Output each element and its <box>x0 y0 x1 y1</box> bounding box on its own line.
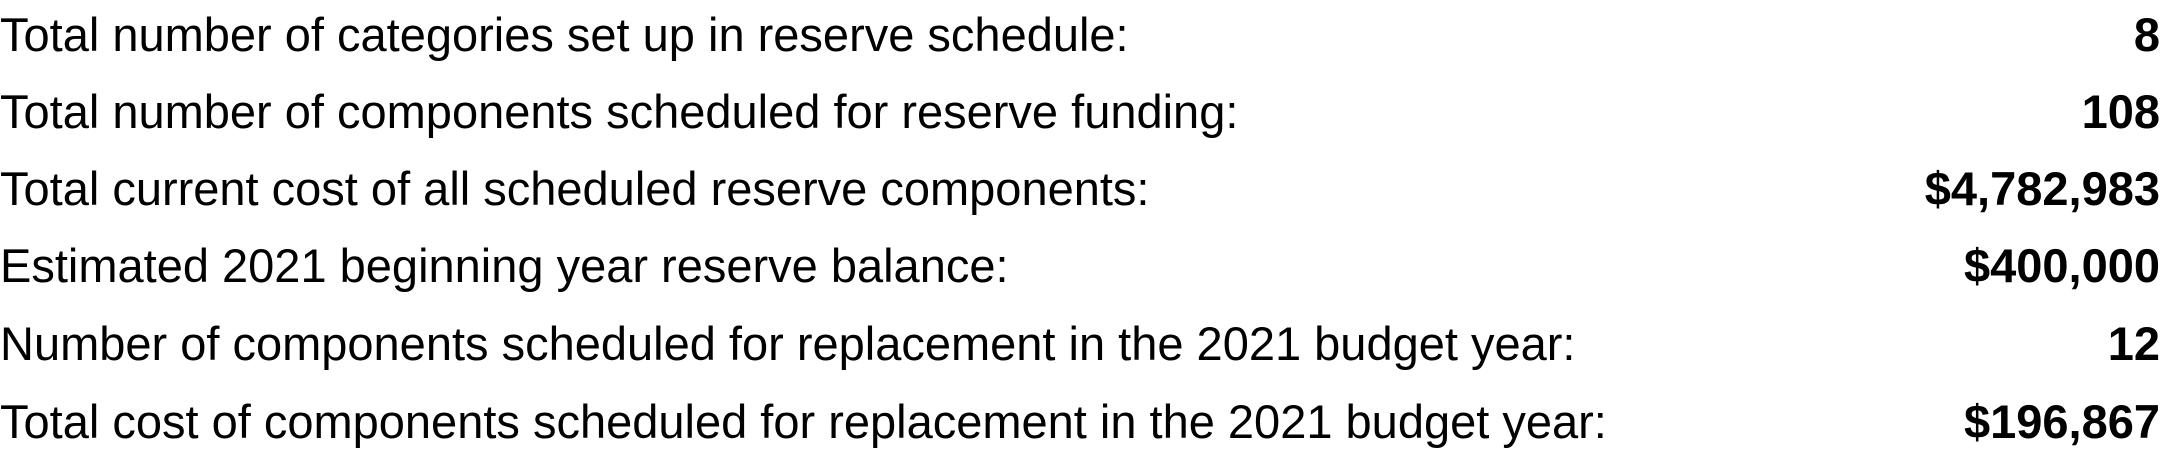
summary-value: 108 <box>2081 85 2160 138</box>
summary-label: Total cost of components scheduled for r… <box>0 395 1607 448</box>
summary-value: 8 <box>2133 8 2160 61</box>
summary-label: Total number of categories set up in res… <box>0 8 1129 61</box>
summary-row-replacement-cost: Total cost of components scheduled for r… <box>0 383 2160 460</box>
summary-row-replacement-count: Number of components scheduled for repla… <box>0 305 2160 382</box>
summary-label: Total number of components scheduled for… <box>0 85 1239 138</box>
summary-row-components-funded: Total number of components scheduled for… <box>0 73 2160 150</box>
summary-row-categories: Total number of categories set up in res… <box>0 0 2160 73</box>
summary-label: Number of components scheduled for repla… <box>0 317 1576 370</box>
summary-value: $400,000 <box>1963 239 2160 292</box>
summary-value: 12 <box>2107 317 2160 370</box>
summary-value: $196,867 <box>1963 395 2160 448</box>
summary-value: $4,782,983 <box>1924 162 2160 215</box>
summary-label: Total current cost of all scheduled rese… <box>0 162 1150 215</box>
summary-label: Estimated 2021 beginning year reserve ba… <box>0 239 1009 292</box>
summary-row-current-cost: Total current cost of all scheduled rese… <box>0 150 2160 227</box>
reserve-summary: Total number of categories set up in res… <box>0 0 2174 464</box>
summary-row-beginning-balance: Estimated 2021 beginning year reserve ba… <box>0 227 2160 304</box>
